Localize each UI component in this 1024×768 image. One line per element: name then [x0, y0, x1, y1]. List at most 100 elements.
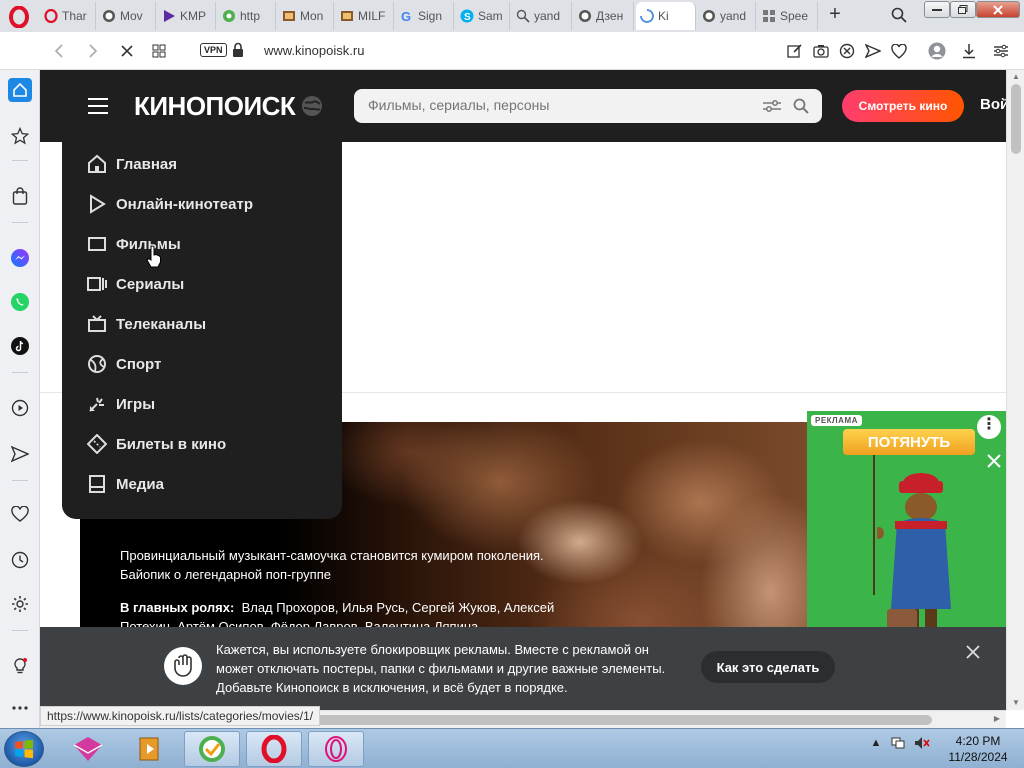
burger-line — [88, 98, 108, 100]
hand-stop-icon — [164, 647, 202, 685]
svg-text:S: S — [464, 12, 471, 23]
sidebar-messenger-button[interactable] — [8, 246, 32, 270]
snapshot-button[interactable] — [810, 40, 832, 62]
browser-tab[interactable]: KMP — [158, 2, 216, 30]
browser-tab[interactable]: Mon — [278, 2, 334, 30]
browser-tab[interactable]: Дзен — [574, 2, 634, 30]
taskbar-app-media[interactable] — [122, 731, 178, 767]
taskbar-app-winrar[interactable] — [60, 731, 116, 767]
browser-tab[interactable]: http — [218, 2, 276, 30]
start-button[interactable] — [4, 731, 44, 767]
opera-menu-button[interactable] — [6, 4, 32, 30]
menu-burger-button[interactable] — [88, 98, 108, 114]
close-window-button[interactable] — [976, 1, 1020, 18]
login-button[interactable]: Вой — [980, 96, 1006, 113]
scroll-thumb[interactable] — [1011, 84, 1021, 154]
search-input[interactable] — [368, 97, 748, 113]
grid-icon — [152, 44, 166, 58]
nav-menu-item[interactable]: Игры — [86, 392, 155, 416]
nav-menu-item[interactable]: Фильмы — [86, 232, 181, 256]
sidebar-shopping-button[interactable] — [8, 184, 32, 208]
sidebar-player-button[interactable] — [8, 396, 32, 420]
taskbar-clock[interactable]: 4:20 PM 11/28/2024 — [936, 733, 1020, 765]
sidebar-divider — [12, 160, 28, 161]
search-bar[interactable] — [354, 89, 822, 123]
vpn-badge[interactable]: VPN — [200, 43, 227, 57]
nav-menu-item[interactable]: Телеканалы — [86, 312, 206, 336]
lock-icon[interactable] — [232, 42, 244, 58]
taskbar-app-opera-gx[interactable] — [308, 731, 364, 767]
ad-cta-button[interactable]: ПОТЯНУТЬ — [843, 429, 975, 455]
search-icon — [793, 98, 809, 114]
browser-tab[interactable]: G Sign — [396, 2, 454, 30]
sidebar-more-button[interactable] — [8, 696, 32, 720]
maximize-button[interactable] — [950, 1, 976, 18]
forward-button[interactable] — [82, 40, 104, 62]
adblock-button[interactable] — [836, 40, 858, 62]
browser-tab[interactable]: yand — [698, 2, 756, 30]
scroll-down-arrow[interactable]: ▼ — [1011, 698, 1021, 708]
tab-search-button[interactable] — [888, 4, 910, 26]
nav-menu-item[interactable]: Спорт — [86, 352, 161, 376]
search-filters-button[interactable] — [762, 96, 782, 116]
taskbar-app-opera[interactable] — [246, 731, 302, 767]
opera-logo-icon — [9, 6, 29, 28]
skype-icon: S — [460, 9, 474, 23]
minimize-button[interactable] — [924, 1, 950, 18]
send-button[interactable] — [862, 40, 884, 62]
close-icon — [987, 454, 1001, 468]
tray-volume-muted-icon[interactable] — [914, 735, 930, 751]
browser-tab[interactable]: Ki — [636, 2, 696, 30]
edit-page-button[interactable] — [784, 40, 806, 62]
sidebar-tiktok-button[interactable] — [8, 334, 32, 358]
vertical-scrollbar[interactable]: ▲ ▼ — [1006, 70, 1024, 710]
sidebar-divider — [12, 372, 28, 373]
scroll-up-arrow[interactable]: ▲ — [1011, 72, 1021, 82]
sidebar-tips-button[interactable] — [8, 654, 32, 678]
media-player-icon — [139, 737, 159, 761]
windows-taskbar: ▲ 4:20 PM 11/28/2024 — [0, 728, 1024, 768]
browser-tab[interactable]: MILF — [336, 2, 394, 30]
nav-menu-item[interactable]: Билеты в кино — [86, 432, 226, 456]
browser-tab[interactable]: Mov — [98, 2, 156, 30]
taskbar-app-browser-cc[interactable] — [184, 731, 240, 767]
bookmark-button[interactable] — [888, 40, 910, 62]
ad-close-button[interactable] — [985, 453, 1003, 471]
tray-expand-button[interactable]: ▲ — [868, 735, 884, 751]
leaf-icon — [222, 9, 236, 23]
browser-tab[interactable]: S Sam — [456, 2, 510, 30]
sidebar-history-button[interactable] — [8, 548, 32, 572]
tray-network-icon[interactable] — [890, 735, 906, 751]
new-tab-button[interactable]: + — [824, 4, 846, 26]
profile-button[interactable] — [926, 40, 948, 62]
sidebar-flow-button[interactable] — [8, 442, 32, 466]
adblock-howto-button[interactable]: Как это сделать — [701, 651, 835, 683]
downloads-button[interactable] — [958, 40, 980, 62]
sidebar-bookmarks-button[interactable] — [8, 502, 32, 526]
tab-bar: Thar Mov KMP http Mon MILF G Sign S Sam yand Дзен Ki… — [0, 0, 1024, 32]
sidebar-whatsapp-button[interactable] — [8, 290, 32, 314]
nav-menu-item[interactable]: Главная — [86, 152, 177, 176]
watch-movies-button[interactable]: Смотреть кино — [842, 90, 964, 122]
ad-banner[interactable]: РЕКЛАМА ⋮ ПОТЯНУТЬ — [807, 411, 1006, 639]
ad-options-button[interactable]: ⋮ — [977, 415, 1001, 439]
sidebar-aria-button[interactable] — [8, 124, 32, 148]
tabs-overview-button[interactable] — [148, 40, 170, 62]
stop-loading-button[interactable] — [116, 40, 138, 62]
site-logo[interactable]: КИНОПОИСК — [134, 90, 323, 122]
sidebar-home-button[interactable] — [8, 78, 32, 102]
easy-setup-button[interactable] — [990, 40, 1012, 62]
browser-tab[interactable]: Spee — [758, 2, 818, 30]
tab-label: Thar — [62, 9, 87, 23]
browser-tab[interactable]: yand — [512, 2, 572, 30]
url-field[interactable]: www.kinopoisk.ru — [264, 43, 364, 58]
browser-tab[interactable]: Thar — [40, 2, 96, 30]
nav-menu-item[interactable]: Сериалы — [86, 272, 184, 296]
nav-menu-item[interactable]: Медиа — [86, 472, 164, 496]
scroll-right-arrow[interactable]: ▶ — [992, 714, 1002, 724]
nav-menu-item[interactable]: Онлайн-кинотеатр — [86, 192, 253, 216]
back-button[interactable] — [48, 40, 70, 62]
search-submit-button[interactable] — [791, 96, 811, 116]
adblock-close-button[interactable] — [963, 643, 983, 663]
sidebar-settings-button[interactable] — [8, 592, 32, 616]
